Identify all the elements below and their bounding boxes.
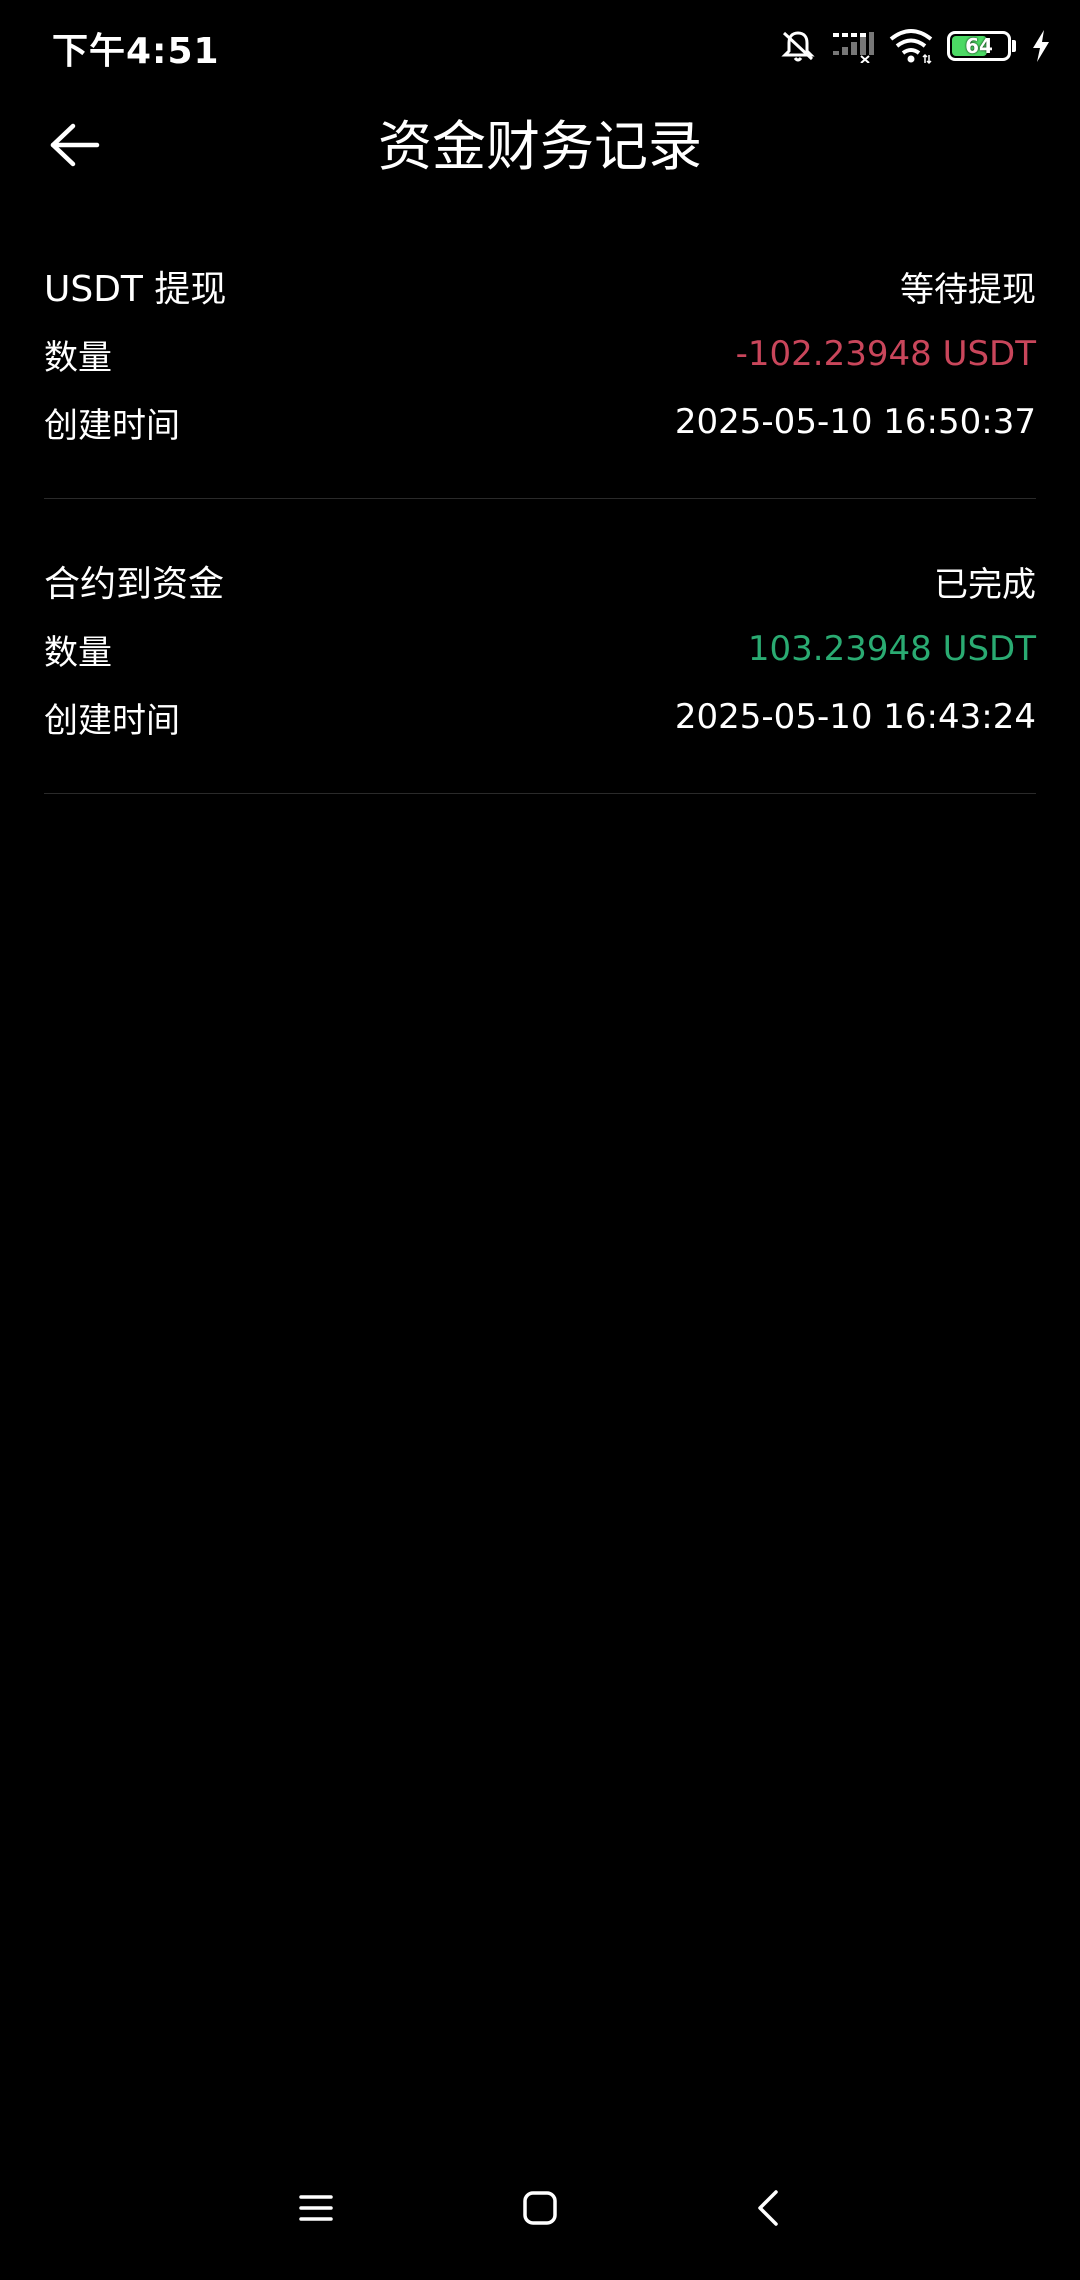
amount-label: 数量 — [44, 632, 112, 673]
back-icon — [756, 2189, 780, 2231]
wifi-icon — [889, 27, 933, 65]
record-item[interactable]: USDT 提现 等待提现 数量 -102.23948 USDT 创建时间 202… — [44, 232, 1036, 499]
menu-icon — [298, 2193, 334, 2227]
record-amount: 103.23948 USDT — [747, 629, 1036, 669]
status-bar: 下午4:51 64 — [0, 0, 1080, 90]
time-label: 创建时间 — [44, 405, 180, 446]
battery: 64 — [947, 31, 1011, 61]
record-time: 2025-05-10 16:43:24 — [674, 697, 1036, 737]
home-icon — [522, 2190, 558, 2230]
record-status: 等待提现 — [900, 269, 1036, 310]
charging-bolt-icon — [1030, 29, 1052, 63]
battery-cap — [1012, 40, 1016, 52]
battery-icon: 64 — [947, 31, 1016, 61]
status-icons: 64 — [779, 24, 1052, 68]
amount-label: 数量 — [44, 337, 112, 378]
signal-icon — [831, 29, 875, 63]
record-amount: -102.23948 USDT — [735, 334, 1036, 374]
header: 资金财务记录 — [0, 90, 1080, 202]
record-status: 已完成 — [934, 564, 1036, 605]
nav-home-button[interactable] — [510, 2180, 570, 2240]
nav-back-button[interactable] — [738, 2180, 798, 2240]
record-list: USDT 提现 等待提现 数量 -102.23948 USDT 创建时间 202… — [44, 232, 1036, 822]
record-time: 2025-05-10 16:50:37 — [674, 402, 1036, 442]
time-label: 创建时间 — [44, 700, 180, 741]
record-type: USDT 提现 — [44, 269, 227, 310]
mute-bell-icon — [779, 27, 817, 65]
nav-menu-button[interactable] — [286, 2180, 346, 2240]
status-time: 下午4:51 — [52, 31, 220, 72]
page-title: 资金财务记录 — [378, 115, 702, 178]
battery-level: 64 — [965, 34, 993, 58]
system-nav-bar — [0, 2140, 1080, 2280]
record-item[interactable]: 合约到资金 已完成 数量 103.23948 USDT 创建时间 2025-05… — [44, 527, 1036, 794]
record-type: 合约到资金 — [44, 564, 225, 605]
